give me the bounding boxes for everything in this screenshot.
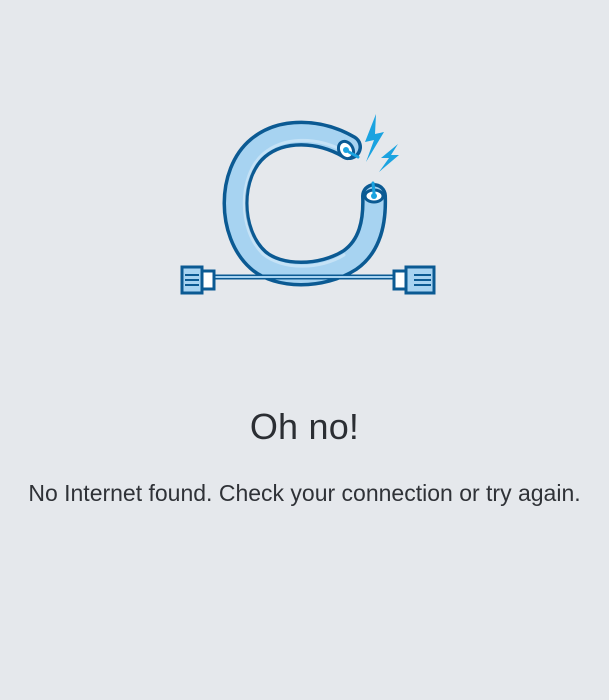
error-message-block: Oh no! No Internet found. Check your con… bbox=[20, 405, 589, 510]
disconnected-cable-icon bbox=[180, 114, 436, 295]
disconnected-cable-illustration bbox=[170, 100, 450, 310]
error-title: Oh no! bbox=[249, 406, 360, 447]
error-description: No Internet found. Check your connection… bbox=[28, 480, 581, 506]
